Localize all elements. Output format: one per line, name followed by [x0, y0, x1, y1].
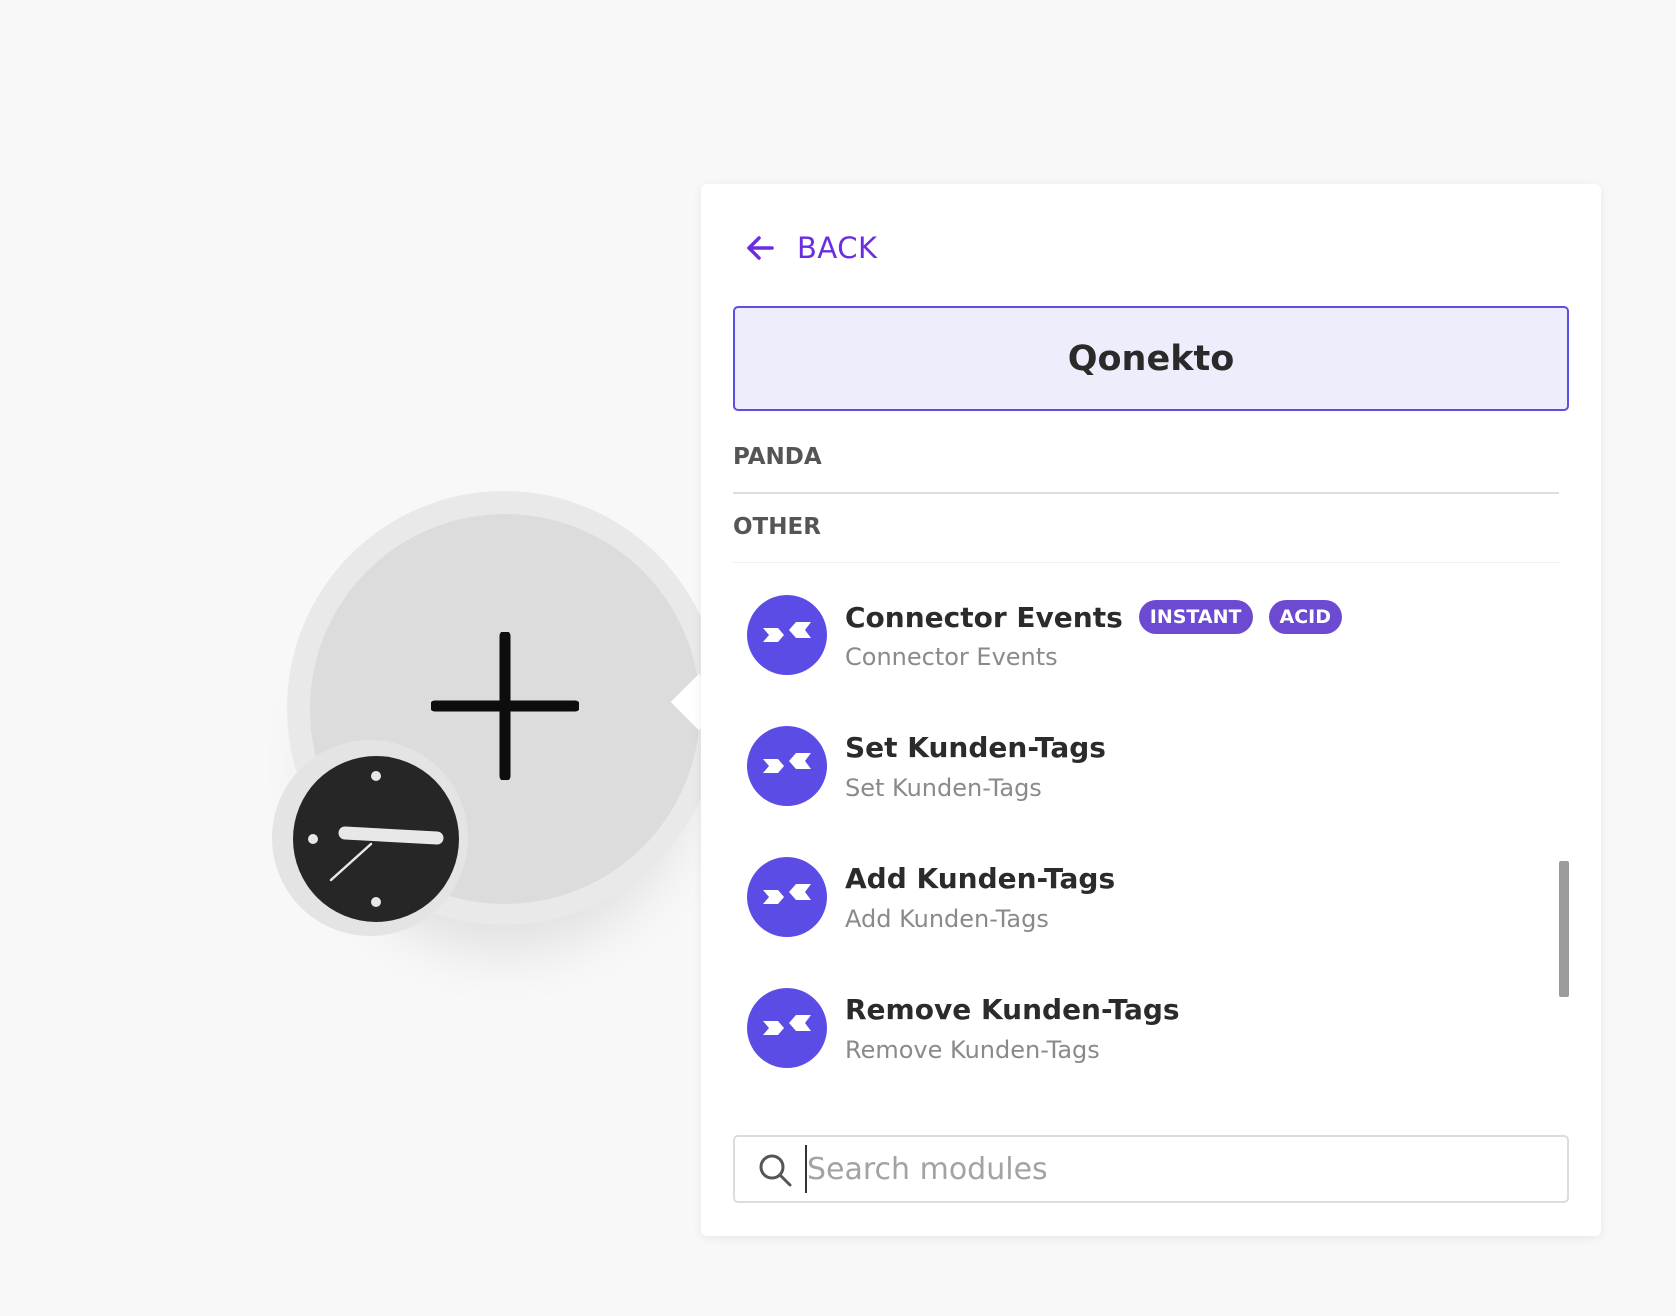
- divider: [733, 492, 1559, 494]
- arrow-left-icon: [747, 236, 774, 260]
- qonekto-logo-icon: [747, 988, 827, 1068]
- module-subtitle: Set Kunden-Tags: [845, 774, 1042, 802]
- section-panda[interactable]: PANDA: [733, 444, 1559, 470]
- module-item-set-kunden-tags[interactable]: Set Kunden-Tags Set Kunden-Tags: [747, 726, 1547, 808]
- search-box[interactable]: [733, 1135, 1569, 1203]
- badge-instant: INSTANT: [1138, 600, 1253, 634]
- scrollbar-thumb[interactable]: [1559, 861, 1569, 997]
- module-title-row: Add Kunden-Tags: [845, 862, 1115, 895]
- app-title-box: Qonekto: [733, 306, 1569, 411]
- module-subtitle: Connector Events: [845, 643, 1058, 671]
- back-button[interactable]: BACK: [745, 226, 878, 270]
- section-other[interactable]: OTHER: [733, 514, 1559, 540]
- app-title: Qonekto: [1067, 338, 1235, 379]
- qonekto-logo-icon: [747, 726, 827, 806]
- search-icon: [759, 1154, 792, 1187]
- module-subtitle: Add Kunden-Tags: [845, 905, 1049, 933]
- module-title-row: Connector Events INSTANT ACID: [845, 600, 1342, 634]
- module-title: Remove Kunden-Tags: [845, 993, 1180, 1026]
- module-title-row: Set Kunden-Tags: [845, 731, 1106, 764]
- module-title-row: Remove Kunden-Tags: [845, 993, 1180, 1026]
- divider: [733, 562, 1559, 563]
- search-input[interactable]: [805, 1145, 1547, 1193]
- back-label: BACK: [797, 231, 878, 265]
- schedule-trigger-button[interactable]: [293, 756, 459, 922]
- module-title: Set Kunden-Tags: [845, 731, 1106, 764]
- module-subtitle: Remove Kunden-Tags: [845, 1036, 1100, 1064]
- module-title: Add Kunden-Tags: [845, 862, 1116, 895]
- qonekto-logo-icon: [747, 595, 827, 675]
- badge-acid: ACID: [1268, 600, 1342, 634]
- module-item-connector-events[interactable]: Connector Events INSTANT ACID Connector …: [747, 595, 1547, 677]
- module-item-add-kunden-tags[interactable]: Add Kunden-Tags Add Kunden-Tags: [747, 857, 1547, 939]
- clock-icon: [308, 771, 444, 907]
- module-picker-panel: BACK Qonekto PANDA OTHER Connector Event…: [701, 184, 1601, 1236]
- module-title: Connector Events: [845, 600, 1123, 634]
- qonekto-logo-icon: [747, 857, 827, 937]
- module-item-remove-kunden-tags[interactable]: Remove Kunden-Tags Remove Kunden-Tags: [747, 988, 1547, 1070]
